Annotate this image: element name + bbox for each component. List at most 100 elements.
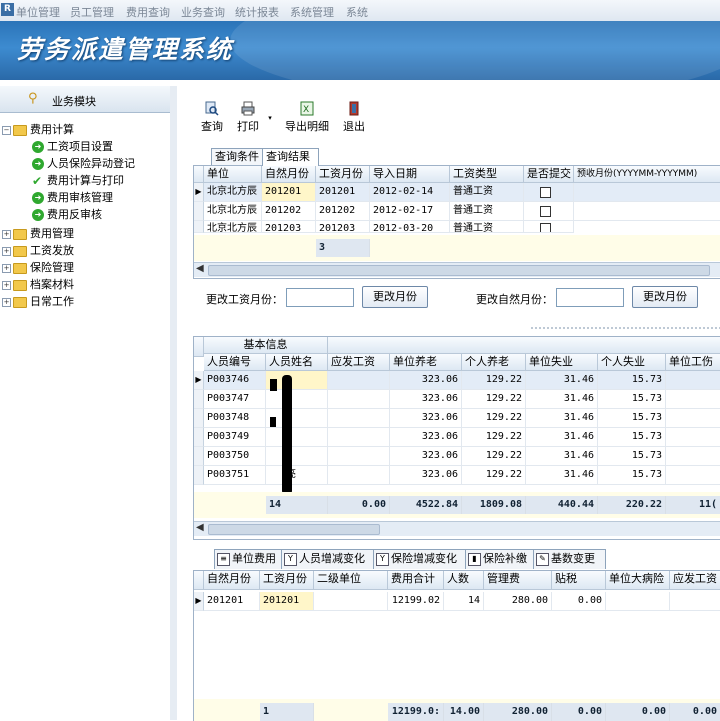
- table-cell[interactable]: 31.46: [526, 428, 598, 447]
- submitted-checkbox[interactable]: [540, 187, 551, 198]
- tree-leaf-salary-items[interactable]: ➜ 工资项目设置: [32, 138, 113, 154]
- table-cell[interactable]: 201203: [316, 221, 370, 233]
- tree-node-archive[interactable]: + 档案材料: [2, 276, 74, 292]
- column-header[interactable]: 单位大病险: [606, 571, 670, 590]
- table-cell[interactable]: [666, 447, 720, 466]
- scroll-left-icon[interactable]: ◀: [196, 522, 204, 533]
- table-cell[interactable]: 323.06: [390, 447, 462, 466]
- column-header[interactable]: 二级单位: [314, 571, 388, 590]
- tab-insurance-changes[interactable]: Y 保险增减变化: [373, 549, 468, 569]
- table-cell[interactable]: [266, 447, 328, 466]
- table-cell[interactable]: 129.22: [462, 409, 526, 428]
- submitted-checkbox[interactable]: [540, 206, 551, 217]
- menu-item[interactable]: 统计报表: [235, 4, 279, 20]
- query-button[interactable]: 查询: [200, 98, 224, 138]
- table-cell[interactable]: 129.22: [462, 390, 526, 409]
- table-cell[interactable]: 201201: [262, 183, 316, 202]
- table-cell[interactable]: [574, 202, 720, 221]
- tree-node-fee-mgmt[interactable]: + 费用管理: [2, 225, 74, 241]
- table-cell[interactable]: 北京北方辰: [204, 221, 262, 233]
- table-cell[interactable]: 31.46: [526, 447, 598, 466]
- submitted-checkbox-cell[interactable]: [524, 221, 574, 233]
- tree-leaf-fee-calc-print[interactable]: ✔ 费用计算与打印: [32, 172, 124, 188]
- table-cell[interactable]: [266, 390, 328, 409]
- column-header[interactable]: 人员姓名: [266, 354, 328, 371]
- table-cell[interactable]: 31.46: [526, 390, 598, 409]
- table-cell[interactable]: [670, 592, 720, 611]
- table-cell[interactable]: 201201: [316, 183, 370, 202]
- table-cell[interactable]: 323.06: [390, 371, 462, 390]
- table-cell[interactable]: 北京北方辰: [204, 183, 262, 202]
- table-cell[interactable]: 129.22: [462, 447, 526, 466]
- table-cell[interactable]: [328, 447, 390, 466]
- print-dropdown-button[interactable]: ▾: [267, 98, 273, 138]
- table-cell[interactable]: 15.73: [598, 466, 666, 485]
- table-cell[interactable]: 280.00: [484, 592, 552, 611]
- scroll-thumb[interactable]: [208, 265, 710, 276]
- table-cell[interactable]: 2012-03-20: [370, 221, 450, 233]
- table-cell[interactable]: 12199.02: [388, 592, 444, 611]
- expand-icon[interactable]: +: [2, 246, 11, 256]
- table-cell[interactable]: 亮: [266, 466, 328, 485]
- table-cell[interactable]: [666, 409, 720, 428]
- table-cell[interactable]: P003749: [204, 428, 266, 447]
- column-header[interactable]: 人数: [444, 571, 484, 590]
- table-cell[interactable]: P003751: [204, 466, 266, 485]
- column-header[interactable]: 应发工资: [670, 571, 720, 590]
- table-cell[interactable]: 201203: [262, 221, 316, 233]
- table-cell[interactable]: [328, 466, 390, 485]
- table-cell[interactable]: [666, 428, 720, 447]
- table-cell[interactable]: P003746: [204, 371, 266, 390]
- column-header[interactable]: 人员编号: [204, 354, 266, 371]
- tab-query-conditions[interactable]: 查询条件: [211, 148, 269, 166]
- natural-month-input[interactable]: [556, 288, 624, 307]
- scroll-left-icon[interactable]: ◀: [196, 263, 204, 274]
- menu-item[interactable]: 员工管理: [70, 4, 114, 20]
- print-button[interactable]: 打印: [235, 98, 261, 138]
- table-cell[interactable]: [328, 371, 390, 390]
- column-header[interactable]: 个人养老: [462, 354, 526, 371]
- table-cell[interactable]: [266, 428, 328, 447]
- tree-leaf-insurance-change[interactable]: ➜ 人员保险异动登记: [32, 155, 135, 171]
- export-detail-button[interactable]: X 导出明细: [282, 98, 332, 138]
- submitted-checkbox-cell[interactable]: [524, 183, 574, 202]
- table-cell[interactable]: 普通工资: [450, 183, 524, 202]
- table-cell[interactable]: 15.73: [598, 428, 666, 447]
- table-cell[interactable]: 201202: [316, 202, 370, 221]
- table-cell[interactable]: 129.22: [462, 428, 526, 447]
- table-cell[interactable]: [666, 371, 720, 390]
- table-cell[interactable]: 31.46: [526, 371, 598, 390]
- column-header[interactable]: 个人失业: [598, 354, 666, 371]
- column-header[interactable]: 单位: [204, 166, 262, 183]
- expand-icon[interactable]: +: [2, 263, 11, 273]
- tree-leaf-fee-unaudit[interactable]: ➜ 费用反审核: [32, 206, 102, 222]
- tree-node-insurance-mgmt[interactable]: + 保险管理: [2, 259, 74, 275]
- expand-icon[interactable]: +: [2, 280, 11, 290]
- menu-item[interactable]: 系统: [346, 4, 368, 20]
- column-header[interactable]: 单位养老: [390, 354, 462, 371]
- tab-staff-changes[interactable]: Y 人员增减变化: [281, 549, 376, 569]
- table-cell[interactable]: 北京北方辰: [204, 202, 262, 221]
- table-cell[interactable]: 129.22: [462, 466, 526, 485]
- menu-item[interactable]: 业务查询: [181, 4, 225, 20]
- column-header[interactable]: 贴税: [552, 571, 606, 590]
- tab-base-change[interactable]: ✎ 基数变更: [533, 549, 606, 569]
- table-cell[interactable]: [328, 390, 390, 409]
- collapse-icon[interactable]: −: [2, 125, 11, 135]
- table-cell[interactable]: [574, 183, 720, 202]
- column-header[interactable]: 单位失业: [526, 354, 598, 371]
- column-header[interactable]: 自然月份: [262, 166, 316, 183]
- menu-item[interactable]: 系统管理: [290, 4, 334, 20]
- table-cell[interactable]: [328, 428, 390, 447]
- table-cell[interactable]: 2012-02-14: [370, 183, 450, 202]
- column-header[interactable]: 工资月份: [316, 166, 370, 183]
- table-cell[interactable]: P003748: [204, 409, 266, 428]
- tab-insurance-supplement[interactable]: ▮ 保险补缴: [465, 549, 536, 569]
- splitter-grip[interactable]: [530, 326, 720, 330]
- column-header[interactable]: 是否提交: [524, 166, 574, 183]
- menu-item[interactable]: 单位管理: [16, 4, 60, 20]
- table-cell[interactable]: 323.06: [390, 428, 462, 447]
- column-header[interactable]: 工资月份: [260, 571, 314, 590]
- table-cell[interactable]: 普通工资: [450, 202, 524, 221]
- submitted-checkbox-cell[interactable]: [524, 202, 574, 221]
